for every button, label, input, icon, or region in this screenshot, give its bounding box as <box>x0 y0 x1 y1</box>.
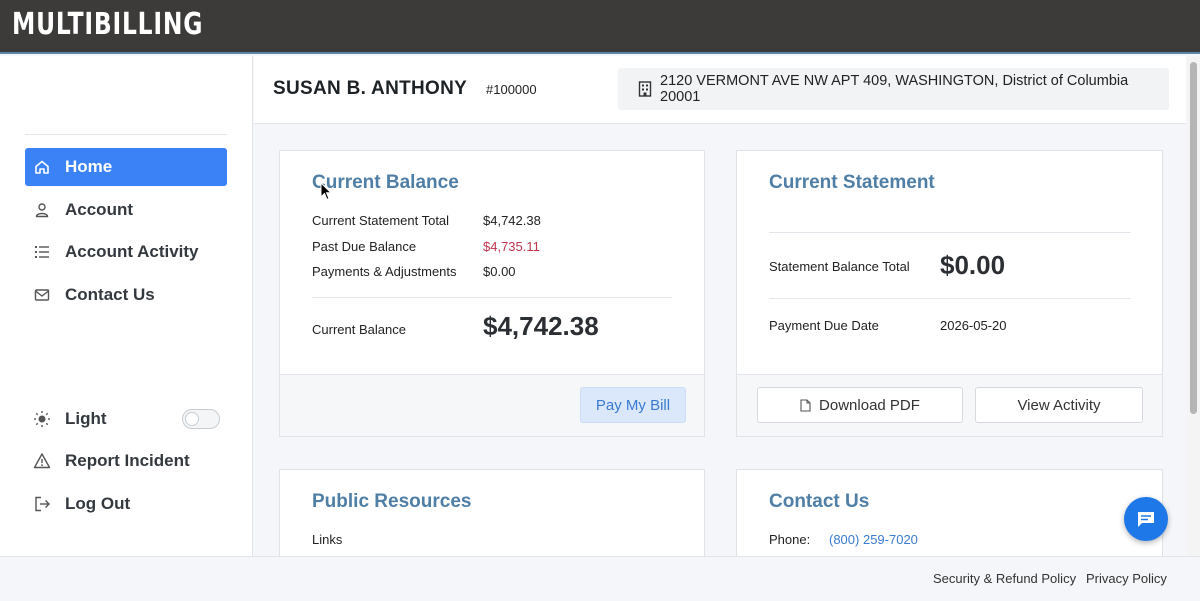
contact-us-card: Contact Us Phone: (800) 259-7020 <box>736 469 1163 569</box>
card-title: Current Statement <box>769 172 935 193</box>
sidebar-item-label: Account <box>65 200 133 219</box>
sidebar: Home Account Account Activity Contact Us… <box>0 56 253 556</box>
chat-icon <box>1136 509 1156 529</box>
customer-name: SUSAN B. ANTHONY <box>273 78 468 99</box>
sidebar-item-label: Log Out <box>65 494 131 513</box>
list-icon <box>33 243 51 261</box>
payment-due-value: 2026-05-20 <box>940 318 1007 333</box>
card-footer: Pay My Bill <box>280 374 704 436</box>
public-resources-card: Public Resources Links <box>279 469 705 569</box>
past-due-label: Past Due Balance <box>312 239 417 254</box>
building-icon <box>638 81 652 97</box>
sidebar-item-label: Contact Us <box>65 285 155 304</box>
statement-balance-value: $0.00 <box>940 250 1006 280</box>
sidebar-item-label: Report Incident <box>65 451 190 470</box>
current-statement-card: Current Statement Statement Balance Tota… <box>736 150 1163 437</box>
statement-balance-label: Statement Balance Total <box>769 259 910 274</box>
current-balance-label: Current Balance <box>312 322 406 337</box>
divider <box>312 297 672 298</box>
mouse-cursor <box>320 181 333 206</box>
current-balance-value: $4,742.38 <box>483 311 599 341</box>
theme-light-label: Light <box>65 409 107 428</box>
page-footer: Security & Refund Policy Privacy Policy <box>0 556 1200 601</box>
download-pdf-label: Download PDF <box>819 396 920 414</box>
logout-icon <box>33 495 51 513</box>
sidebar-item-label: Home <box>65 157 113 176</box>
customer-id: #100000 <box>486 82 537 97</box>
statement-total-label: Current Statement Total <box>312 213 450 228</box>
chat-button[interactable] <box>1124 497 1168 541</box>
sidebar-item-contact-us[interactable]: Contact Us <box>25 276 227 314</box>
phone-label: Phone: <box>769 532 811 547</box>
card-title: Contact Us <box>769 491 870 512</box>
address-text: 2120 VERMONT AVE NW APT 409, WASHINGTON,… <box>660 73 1129 105</box>
user-icon <box>33 201 51 219</box>
sidebar-item-home[interactable]: Home <box>25 148 227 186</box>
top-bar: MULTIBILLING <box>0 0 1200 54</box>
card-footer: Download PDF View Activity <box>737 374 1162 436</box>
warning-icon <box>33 452 51 470</box>
security-refund-policy-link[interactable]: Security & Refund Policy <box>933 571 1076 586</box>
payment-due-label: Payment Due Date <box>769 318 879 333</box>
sidebar-divider <box>25 134 227 135</box>
payments-adjustments-value: $0.00 <box>483 264 516 279</box>
pay-my-bill-button[interactable]: Pay My Bill <box>580 387 686 423</box>
sidebar-item-account-activity[interactable]: Account Activity <box>25 233 227 271</box>
card-title: Current Balance <box>312 172 459 193</box>
scrollbar-thumb[interactable] <box>1190 62 1197 414</box>
file-icon <box>800 398 811 412</box>
sidebar-item-label: Account Activity <box>65 242 199 261</box>
theme-toggle-knob <box>185 412 199 426</box>
privacy-policy-link[interactable]: Privacy Policy <box>1086 571 1167 586</box>
payments-adjustments-label: Payments & Adjustments <box>312 264 457 279</box>
mail-icon <box>33 286 51 304</box>
account-header: SUSAN B. ANTHONY #100000 2120 VERMONT AV… <box>254 56 1186 124</box>
divider <box>769 232 1131 233</box>
theme-toggle[interactable] <box>182 409 220 429</box>
card-title: Public Resources <box>312 491 472 512</box>
page-scrollbar[interactable] <box>1187 56 1200 556</box>
home-icon <box>33 158 51 176</box>
statement-total-value: $4,742.38 <box>483 213 541 228</box>
sidebar-item-log-out[interactable]: Log Out <box>25 485 227 523</box>
view-activity-button[interactable]: View Activity <box>975 387 1143 423</box>
phone-link[interactable]: (800) 259-7020 <box>829 532 918 547</box>
sidebar-item-account[interactable]: Account <box>25 191 227 229</box>
brand-logo[interactable]: MULTIBILLING <box>12 7 203 42</box>
download-pdf-button[interactable]: Download PDF <box>757 387 963 423</box>
sun-icon <box>33 410 51 428</box>
sidebar-item-report-incident[interactable]: Report Incident <box>25 442 227 480</box>
past-due-value: $4,735.11 <box>483 239 540 254</box>
current-balance-card: Current Balance Current Statement Total … <box>279 150 705 437</box>
divider <box>769 298 1131 299</box>
service-address: 2120 VERMONT AVE NW APT 409, WASHINGTON,… <box>618 68 1169 110</box>
links-label: Links <box>312 532 343 547</box>
